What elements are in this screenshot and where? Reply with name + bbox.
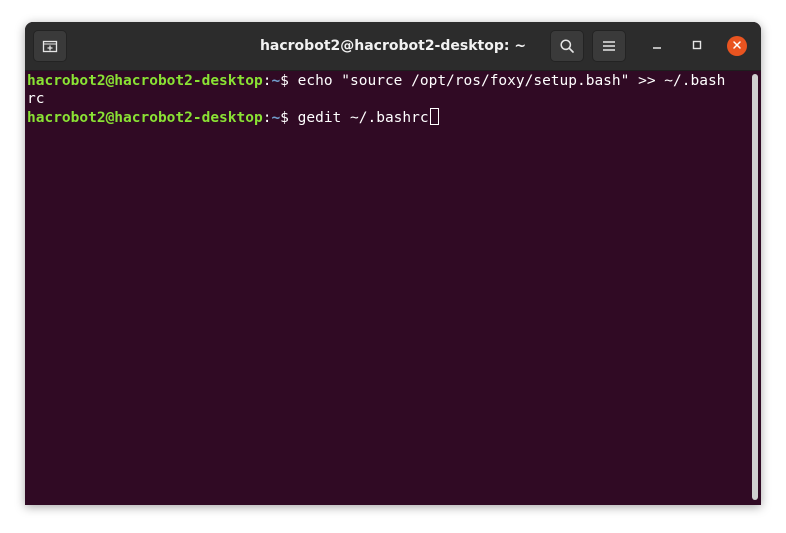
minimize-button[interactable] bbox=[647, 36, 667, 56]
close-icon bbox=[732, 37, 742, 55]
text-cursor bbox=[429, 108, 439, 125]
prompt-path: ~ bbox=[271, 110, 281, 126]
new-tab-icon bbox=[42, 38, 58, 54]
command-input[interactable]: gedit ~/.bashrc bbox=[298, 110, 429, 126]
scrollbar[interactable] bbox=[752, 74, 758, 500]
minimize-icon bbox=[652, 37, 662, 55]
prompt-path: ~ bbox=[271, 73, 281, 89]
menu-button[interactable] bbox=[592, 30, 626, 62]
prompt-user-host: hacrobot2@hacrobot2-desktop bbox=[27, 110, 263, 126]
close-button[interactable] bbox=[727, 36, 747, 56]
prompt-user-host: hacrobot2@hacrobot2-desktop bbox=[27, 73, 263, 89]
wrapped-text: rc bbox=[27, 91, 45, 107]
search-button[interactable] bbox=[550, 30, 584, 62]
terminal-window: hacrobot2@hacrobot2-desktop: ~ hacrobot2… bbox=[25, 22, 761, 505]
terminal-output-area[interactable]: hacrobot2@hacrobot2-desktop:~$ echo "sou… bbox=[25, 71, 761, 505]
terminal-line: hacrobot2@hacrobot2-desktop:~$ echo "sou… bbox=[27, 72, 747, 90]
new-tab-button[interactable] bbox=[33, 30, 67, 62]
prompt-symbol: $ bbox=[280, 73, 298, 89]
terminal-line: rc bbox=[27, 90, 747, 108]
terminal-line: hacrobot2@hacrobot2-desktop:~$ gedit ~/.… bbox=[27, 108, 747, 126]
titlebar[interactable]: hacrobot2@hacrobot2-desktop: ~ bbox=[25, 22, 761, 71]
command-text: echo "source /opt/ros/foxy/setup.bash" >… bbox=[297, 73, 726, 89]
search-icon bbox=[559, 38, 575, 54]
prompt-symbol: $ bbox=[280, 110, 298, 126]
hamburger-menu-icon bbox=[602, 40, 616, 52]
maximize-button[interactable] bbox=[687, 36, 707, 56]
maximize-icon bbox=[692, 37, 702, 55]
